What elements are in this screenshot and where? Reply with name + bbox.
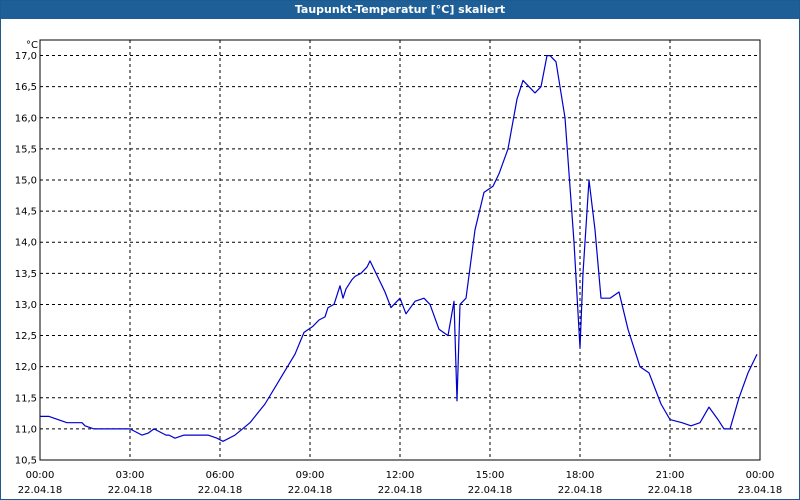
x-tick-time: 15:00 — [476, 470, 505, 481]
y-tick-label: 11,0 — [15, 424, 37, 435]
y-tick-label: 14,0 — [15, 238, 37, 249]
y-tick-label: 15,0 — [15, 176, 37, 187]
x-axis: 00:00 22.04.18 03:00 22.04.18 06:00 22.04.18 0… — [18, 470, 783, 496]
x-tick-date: 22.04.18 — [198, 485, 243, 496]
x-tick-time: 00:00 — [26, 470, 55, 481]
y-unit-label: °C — [26, 40, 38, 51]
y-tick-label: 16,0 — [15, 113, 37, 124]
grid — [40, 40, 760, 460]
x-tick-time: 18:00 — [566, 470, 595, 481]
y-tick-label: 12,0 — [15, 362, 37, 373]
x-tick-date: 22.04.18 — [288, 485, 333, 496]
y-tick-label: 15,5 — [15, 144, 37, 155]
x-tick-time: 06:00 — [206, 470, 235, 481]
x-tick-date: 22.04.18 — [648, 485, 693, 496]
y-tick-label: 11,5 — [15, 393, 37, 404]
series-line — [40, 54, 758, 442]
x-tick-time: 09:00 — [296, 470, 325, 481]
y-tick-label: 10,5 — [15, 456, 37, 467]
x-tick-time: 21:00 — [656, 470, 685, 481]
line-chart: 10,5 11,0 11,5 12,0 12,5 13,0 13,5 14,0 14,5 15,0… — [15, 39, 783, 496]
x-tick-date: 22.04.18 — [108, 485, 153, 496]
x-tick-time: 03:00 — [116, 470, 145, 481]
y-tick-label: 17,0 — [15, 51, 37, 62]
y-axis: 10,5 11,0 11,5 12,0 12,5 13,0 13,5 14,0 14,5 15,0… — [15, 40, 38, 467]
x-tick-date: 22.04.18 — [18, 485, 63, 496]
x-tick-date: 22.04.18 — [558, 485, 603, 496]
x-tick-date: 22.04.18 — [468, 485, 513, 496]
y-tick-label: 13,5 — [15, 269, 37, 280]
series-group — [40, 54, 758, 442]
y-tick-label: 13,0 — [15, 300, 37, 311]
y-tick-label: 14,5 — [15, 207, 37, 218]
x-tick-date: 23.04.18 — [738, 485, 783, 496]
x-tick-time: 12:00 — [386, 470, 415, 481]
x-tick-time: 00:00 — [746, 470, 775, 481]
x-tick-date: 22.04.18 — [378, 485, 423, 496]
y-tick-label: 12,5 — [15, 331, 37, 342]
y-tick-label: 16,5 — [15, 82, 37, 93]
